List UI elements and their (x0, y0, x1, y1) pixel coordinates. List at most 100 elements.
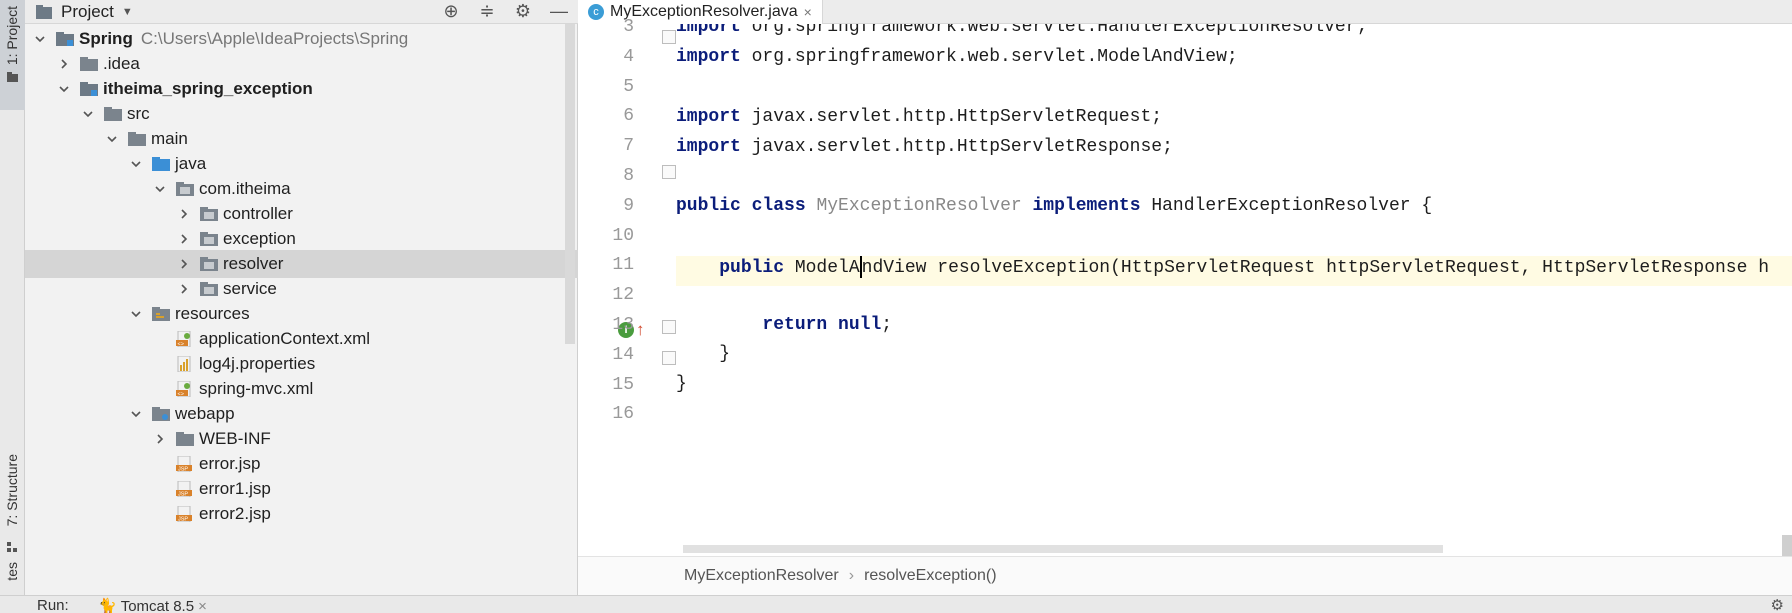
tree-item[interactable]: JSP error1.jsp (25, 475, 578, 503)
tree-item[interactable]: src (25, 100, 578, 128)
tree-item-label: itheima_spring_exception (103, 79, 313, 98)
tree-item-label: resources (175, 304, 250, 323)
tree-item[interactable]: Spring C:\Users\Apple\IdeaProjects\Spring (25, 25, 578, 53)
favorites-tool-tab[interactable]: tes (0, 560, 25, 595)
structure-tool-tab[interactable]: 7: Structure (0, 450, 25, 560)
tree-item[interactable]: <> applicationContext.xml (25, 325, 578, 353)
line-number: 13 (612, 315, 634, 335)
tree-item[interactable]: webapp (25, 400, 578, 428)
chevron-down-icon[interactable] (81, 107, 95, 121)
chevron-right-icon[interactable] (177, 232, 191, 246)
line-number: 12 (612, 285, 634, 306)
tree-item[interactable]: com.itheima (25, 175, 578, 203)
gear-icon[interactable]: ⚙ (1771, 596, 1784, 613)
horizontal-scrollbar[interactable] (683, 545, 1443, 553)
minimize-icon[interactable]: — (548, 1, 570, 22)
editor-tab-bar: c MyExceptionResolver.java × (578, 0, 1792, 24)
run-tab-tomcat[interactable]: 🐈 Tomcat 8.5 × (98, 597, 207, 613)
code-area[interactable]: import org.springframework.web.servlet.H… (676, 24, 1792, 552)
keyword: public (719, 257, 785, 278)
fold-marker[interactable] (662, 320, 676, 334)
tree-item[interactable]: resources (25, 300, 578, 328)
tree-item[interactable]: java (25, 150, 578, 178)
chevron-right-icon[interactable] (177, 207, 191, 221)
folder-icon (79, 56, 99, 72)
project-view-selector[interactable]: Project ▼ (35, 2, 133, 22)
code-text: javax.servlet.http.HttpServletRequest; (740, 107, 1163, 127)
code-text: org.springframework.web.servlet.HandlerE… (740, 24, 1368, 37)
chevron-down-icon[interactable] (33, 32, 47, 46)
tree-item[interactable]: WEB-INF (25, 425, 578, 453)
tree-item-label: com.itheima (199, 179, 291, 198)
svg-text:<>: <> (178, 392, 184, 398)
tree-item[interactable]: JSP error.jsp (25, 450, 578, 478)
editor-gutter: I ↑ 3 4 5 6 7 8 9 10 11 12 13 14 15 16 (578, 17, 676, 552)
close-icon[interactable]: × (198, 598, 207, 613)
chevron-down-icon[interactable] (129, 157, 143, 171)
code-text: ModelA (784, 257, 860, 278)
line-number: 5 (623, 76, 634, 97)
chevron-right-icon[interactable] (177, 257, 191, 271)
gear-icon[interactable]: ⚙ (512, 1, 534, 22)
tree-item[interactable]: controller (25, 200, 578, 228)
line-number: 16 (612, 404, 634, 425)
folder-icon (103, 106, 123, 122)
breadcrumb-class[interactable]: MyExceptionResolver (684, 567, 839, 585)
tree-item[interactable]: service (25, 275, 578, 303)
line-number: 9 (623, 195, 634, 216)
code-text: javax.servlet.http.HttpServletResponse; (740, 137, 1173, 157)
tree-item-label: exception (223, 229, 296, 248)
chevron-right-icon[interactable] (153, 432, 167, 446)
tree-item-path: C:\Users\Apple\IdeaProjects\Spring (140, 29, 409, 48)
chevron-right-icon[interactable] (57, 57, 71, 71)
tree-item[interactable]: itheima_spring_exception (25, 75, 578, 103)
code-line-11: public ModelA ndView resolveException(Htt… (676, 256, 1792, 286)
line-number: 3 (623, 17, 634, 37)
breadcrumb: MyExceptionResolver › resolveException() (578, 556, 1792, 595)
folder-icon (151, 406, 171, 422)
fold-marker[interactable] (662, 351, 676, 365)
tree-item-label: src (127, 104, 150, 123)
code-line-14: } (676, 344, 730, 374)
run-label: Run: (37, 597, 69, 613)
code-text: } (676, 374, 687, 394)
project-panel-header: Project ▼ ⊕ ≑ ⚙ — (25, 0, 578, 24)
folder-icon (151, 156, 171, 172)
fold-marker[interactable] (662, 30, 676, 44)
tree-item[interactable]: .idea (25, 50, 578, 78)
tree-item-label: main (151, 129, 188, 148)
module-icon (79, 81, 99, 97)
chevron-down-icon[interactable] (153, 182, 167, 196)
tree-item[interactable]: exception (25, 225, 578, 253)
chevron-down-icon[interactable] (105, 132, 119, 146)
tree-item[interactable]: log4j.properties (25, 350, 578, 378)
tree-item[interactable]: JSP error2.jsp (25, 500, 578, 528)
keyword: import (676, 107, 741, 127)
chevron-down-icon[interactable] (57, 82, 71, 96)
tree-item-label: resolver (223, 254, 284, 273)
close-icon[interactable]: × (804, 4, 812, 20)
chevron-down-icon[interactable] (129, 407, 143, 421)
project-tool-tab[interactable]: 1: Project (0, 0, 25, 110)
collapse-all-icon[interactable]: ≑ (476, 1, 498, 22)
tree-item-label: error1.jsp (199, 479, 271, 498)
tree-item[interactable]: <> spring-mvc.xml (25, 375, 578, 403)
breadcrumb-method[interactable]: resolveException() (864, 567, 997, 585)
locate-icon[interactable]: ⊕ (440, 1, 462, 22)
chevron-down-icon: ▼ (121, 6, 133, 18)
fold-marker[interactable] (662, 165, 676, 179)
line-number: 4 (623, 46, 634, 67)
code-line-3: import org.springframework.web.servlet.H… (676, 24, 1367, 47)
chevron-down-icon[interactable] (129, 307, 143, 321)
tree-item-label: java (175, 154, 207, 173)
tree-item[interactable]: resolver (25, 250, 578, 278)
keyword: null (838, 315, 882, 335)
jsp-file-icon: JSP (175, 505, 195, 523)
favorites-tool-tab-label: tes (4, 562, 20, 581)
chevron-right-icon[interactable] (177, 282, 191, 296)
project-tree-scrollbar[interactable] (565, 24, 575, 344)
tree-item[interactable]: main (25, 125, 578, 153)
